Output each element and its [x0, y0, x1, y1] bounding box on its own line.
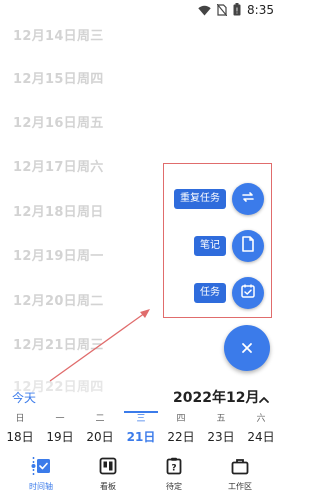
wifi-icon [198, 1, 211, 20]
workspace-icon [231, 458, 249, 479]
today-button[interactable]: 今天 [12, 389, 36, 406]
day-weekday: 六 [256, 414, 266, 424]
chevron-up-icon[interactable] [258, 390, 270, 409]
day-cell[interactable]: 二 20日 [80, 413, 120, 445]
timeline-date: 12月14日周三 [13, 29, 104, 44]
week-header: 今天 2022年12月 [0, 383, 282, 411]
kanban-icon [99, 457, 117, 479]
close-fab-button[interactable] [224, 325, 270, 371]
day-cell[interactable]: 五 23日 [201, 413, 241, 445]
status-bar: ! 8:35 [0, 0, 282, 20]
day-cell[interactable]: 四 22日 [161, 413, 201, 445]
battery-icon: ! [233, 1, 241, 20]
svg-text:!: ! [235, 6, 238, 15]
day-weekday: 日 [15, 414, 25, 424]
day-date: 22日 [167, 430, 195, 444]
day-weekday: 二 [95, 414, 105, 424]
repeat-task-button[interactable] [232, 183, 264, 215]
day-date: 19日 [46, 430, 74, 444]
nav-label-workspace: 工作区 [228, 482, 252, 491]
repeat-icon [240, 189, 256, 209]
task-icon [240, 283, 256, 303]
day-weekday: 四 [176, 414, 186, 424]
day-weekday: 五 [216, 414, 226, 424]
nav-item-pending[interactable]: ? 待定 [139, 457, 209, 492]
close-icon [241, 339, 253, 358]
day-date: 20日 [86, 430, 114, 444]
note-icon [241, 236, 255, 256]
day-date: 23日 [207, 430, 235, 444]
day-date: 24日 [247, 430, 275, 444]
fab-label-task[interactable]: 任务 [194, 283, 226, 303]
fab-label-note[interactable]: 笔记 [194, 236, 226, 256]
fab-label-repeat-task[interactable]: 重复任务 [174, 189, 226, 209]
note-button[interactable] [232, 230, 264, 262]
timeline-date: 12月21日周三 [13, 338, 104, 353]
nav-item-kanban[interactable]: 看板 [73, 457, 143, 492]
timeline-date: 12月18日周日 [13, 205, 104, 220]
timeline-date: 12月17日周六 [13, 160, 104, 175]
timeline-date: 12月16日周五 [13, 116, 104, 131]
timeline-date: 12月20日周二 [13, 294, 104, 309]
day-cell-selected[interactable]: 三 21日 [121, 413, 161, 445]
day-weekday: 三 [136, 414, 146, 424]
task-button[interactable] [232, 277, 264, 309]
nav-label-kanban: 看板 [100, 482, 116, 491]
bottom-nav: 时间轴 看板 ? 待定 工作区 [0, 456, 282, 500]
week-strip: 日 18日 一 19日 二 20日 三 21日 四 22日 五 23日 六 24… [0, 413, 282, 449]
no-sim-icon [216, 1, 228, 20]
month-label[interactable]: 2022年12月 [173, 387, 259, 407]
day-cell[interactable]: 日 18日 [0, 413, 40, 445]
nav-item-timeline[interactable]: 时间轴 [6, 456, 76, 492]
day-cell[interactable]: 六 24日 [241, 413, 281, 445]
nav-item-workspace[interactable]: 工作区 [205, 458, 275, 492]
day-weekday: 一 [55, 414, 65, 424]
nav-label-pending: 待定 [166, 482, 182, 491]
day-cell[interactable]: 一 19日 [40, 413, 80, 445]
svg-text:?: ? [171, 464, 176, 474]
day-date: 21日 [126, 430, 156, 444]
timeline-date: 12月19日周一 [13, 249, 104, 264]
pending-icon: ? [166, 457, 182, 479]
status-icons: ! 8:35 [198, 1, 274, 20]
status-time: 8:35 [247, 3, 274, 17]
day-date: 18日 [6, 430, 34, 444]
timeline-date: 12月15日周四 [13, 72, 104, 87]
timeline-icon [31, 456, 51, 480]
nav-label-timeline: 时间轴 [29, 482, 53, 491]
